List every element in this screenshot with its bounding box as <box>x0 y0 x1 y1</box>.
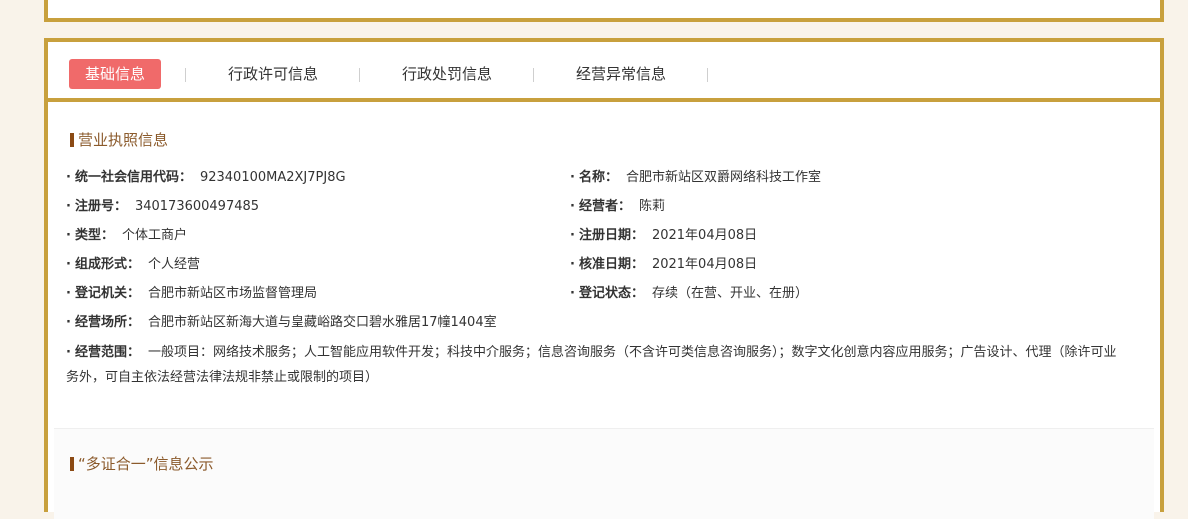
multi-cert-section: “多证合一”信息公示 <box>54 428 1154 519</box>
field-type: · 类型： 个体工商户 <box>66 228 187 243</box>
field-authority: · 登记机关： 合肥市新站区市场监督管理局 <box>66 286 317 301</box>
tab-admin-license[interactable]: 行政许可信息 <box>228 59 318 89</box>
section-marker <box>70 457 74 471</box>
tab-separator <box>185 68 186 82</box>
field-credit-code: · 统一社会信用代码： 92340100MA2XJ7PJ8G <box>66 170 346 185</box>
field-reg-no: · 注册号： 340173600497485 <box>66 199 260 214</box>
field-address: · 经营场所： 合肥市新站区新海大道与皇藏峪路交口碧水雅居17幢1404室 <box>66 315 497 330</box>
section-title-multi-cert: “多证合一”信息公示 <box>70 453 214 474</box>
section-marker <box>70 133 74 147</box>
field-name: · 名称： 合肥市新站区双爵网络科技工作室 <box>570 170 821 185</box>
previous-panel <box>44 0 1164 22</box>
tab-separator <box>359 68 360 82</box>
tab-admin-penalty[interactable]: 行政处罚信息 <box>402 59 492 89</box>
tab-separator <box>533 68 534 82</box>
section-title-license: 营业执照信息 <box>70 129 168 150</box>
field-form: · 组成形式： 个人经营 <box>66 257 200 272</box>
tab-abnormal-operation[interactable]: 经营异常信息 <box>576 59 666 89</box>
tab-separator <box>707 68 708 82</box>
field-reg-date: · 注册日期： 2021年04月08日 <box>570 228 758 243</box>
field-status: · 登记状态： 存续（在营、开业、在册） <box>570 286 808 301</box>
field-operator: · 经营者： 陈莉 <box>570 199 665 214</box>
tab-basic-info[interactable]: 基础信息 <box>69 59 162 89</box>
field-business-scope: · 经营范围： 一般项目：网络技术服务；人工智能应用软件开发；科技中介服务；信息咨询… <box>66 345 1117 385</box>
info-panel: 基础信息 行政许可信息 行政处罚信息 经营异常信息 营业执照信息 · 统一社会信用… <box>44 38 1164 519</box>
tab-bar: 基础信息 行政许可信息 行政处罚信息 经营异常信息 <box>48 42 1160 102</box>
field-approve-date: · 核准日期： 2021年04月08日 <box>570 257 758 272</box>
